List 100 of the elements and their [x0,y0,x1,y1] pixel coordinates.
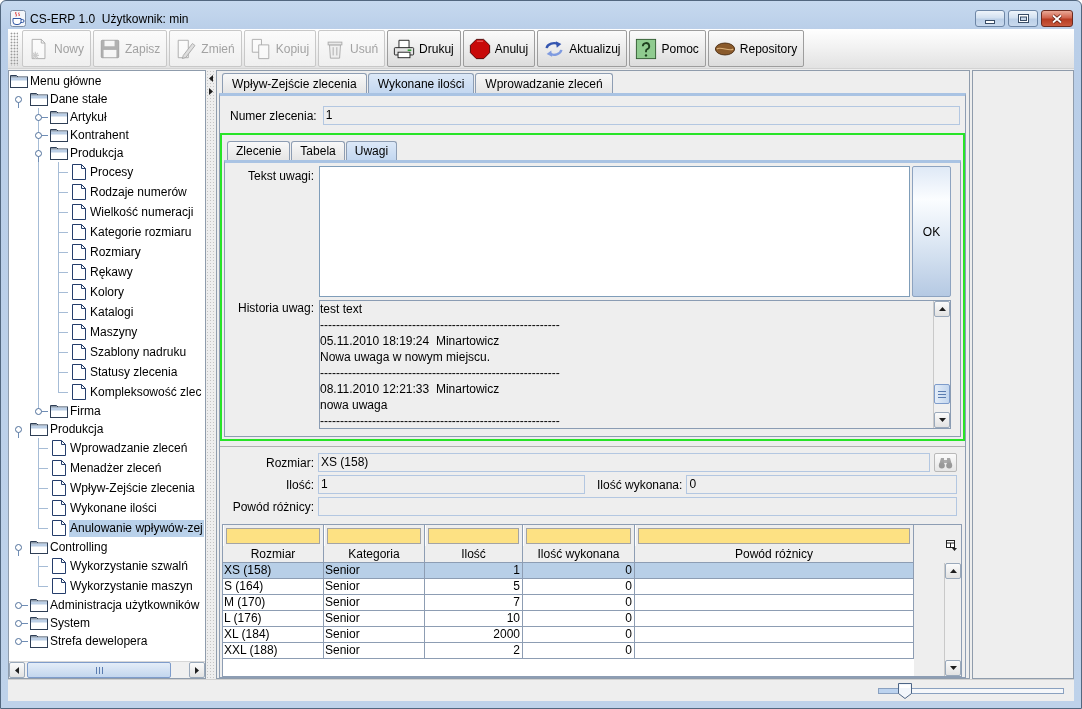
filter-field[interactable] [226,528,320,544]
filter-field[interactable] [638,528,910,544]
tree-item[interactable]: Wprowadzanie zleceń [69,439,189,457]
filter-field[interactable] [526,528,631,544]
maximize-button[interactable] [1008,10,1038,27]
cup-icon [10,10,26,27]
tree-item[interactable]: Menu główne [29,72,103,90]
tree-toggle-icon[interactable] [35,149,42,162]
tree-item[interactable]: Controlling [49,538,109,556]
grip-icon[interactable] [10,31,18,66]
tree-item[interactable]: Dane stałe [49,90,109,108]
folder-icon [30,634,48,648]
tab[interactable]: Wprowadzanie zleceń [475,73,613,93]
tree-item[interactable]: Wielkość numeracji [89,203,195,221]
tree-item[interactable]: Wykonane ilości [69,499,158,517]
scroll-up-button[interactable] [945,563,961,579]
tree-toggle-icon[interactable] [15,425,22,438]
tree-item[interactable]: Maszyny [89,323,139,341]
table-row[interactable]: S (164) Senior 5 0 [223,579,914,595]
print-button[interactable]: Drukuj [387,30,461,67]
cancel-button[interactable]: Anuluj [462,30,536,67]
tree-item[interactable]: System [49,614,91,632]
tree-item[interactable]: Procesy [89,163,135,181]
tab[interactable]: Wpływ-Zejście zlecenia [222,73,367,93]
quantity-field[interactable]: 1 [318,475,585,494]
ok-button[interactable]: OK [912,166,951,297]
table-cell: XXL (188) [223,643,324,659]
tree-item[interactable]: Kontrahent [69,126,130,144]
tab[interactable]: Tabela [291,141,345,160]
document-icon [52,460,66,476]
tree-item[interactable]: Wykorzystanie maszyn [69,577,194,595]
folder-icon [30,616,48,630]
minimize-button[interactable] [975,10,1005,27]
tree-toggle-icon[interactable] [15,95,22,108]
tree-toggle-icon[interactable] [15,543,22,556]
tree-item[interactable]: Rodzaje numerów [89,183,188,201]
field-label: Ilość wykonana: [597,477,683,492]
tree-toggle-icon[interactable] [35,131,48,139]
tree-item[interactable]: Kompleksowość zlec [89,383,203,401]
tree-item[interactable]: Strefa dewelopera [49,632,149,650]
done-quantity-field[interactable]: 0 [686,475,957,494]
scrollbar-thumb[interactable] [934,384,950,404]
tab[interactable]: Zlecenie [227,141,291,160]
table-row[interactable]: XXL (188) Senior 2 0 [223,643,914,659]
tree-item[interactable]: Produkcja [49,420,105,438]
tree-item[interactable]: Wykorzystanie szwalń [69,557,189,575]
repository-button[interactable]: Repository [707,30,805,67]
scroll-down-button[interactable] [945,660,961,676]
scroll-up-button[interactable] [934,301,950,317]
tab[interactable]: Wykonane ilości [367,73,475,93]
filter-field[interactable] [428,528,519,544]
scrollbar-thumb[interactable] [27,662,171,678]
table-row[interactable]: XS (158) Senior 1 0 [223,563,914,579]
table-row[interactable]: XL (184) Senior 2000 0 [223,627,914,643]
tree-item[interactable]: Produkcja [69,144,125,162]
tree-toggle-icon[interactable] [35,113,48,121]
document-icon [52,440,66,456]
scroll-down-button[interactable] [934,412,950,428]
note-text-field[interactable] [319,166,910,297]
tab[interactable]: Uwagi [345,141,398,160]
tree-item[interactable]: Kategorie rozmiaru [89,223,193,241]
scroll-right-button[interactable] [189,662,205,678]
table-row[interactable]: L (176) Senior 10 0 [223,611,914,627]
tree-item[interactable]: Wpływ-Zejście zlecenia [69,479,196,497]
scrollbar[interactable] [944,563,961,676]
tree-item[interactable]: Anulowanie wpływów-zej [69,519,204,537]
tree-item[interactable]: Rozmiary [89,243,142,261]
filter-field[interactable] [327,528,421,544]
tree-item[interactable]: Szablony nadruku [89,343,188,361]
folder-icon [30,92,48,106]
table-menu-icon[interactable] [946,540,957,551]
table-row[interactable]: M (170) Senior 7 0 [223,595,914,611]
history-line: ------------------------------------------------------------ [320,365,560,381]
tree-item[interactable]: Menadżer zleceń [69,459,163,477]
difference-reason-field[interactable] [318,497,957,516]
tree-item[interactable]: Artykuł [69,108,108,126]
help-button[interactable]: Pomoc [629,30,706,67]
close-button[interactable] [1041,10,1073,27]
tree-item[interactable]: Kolory [89,283,125,301]
tree-item[interactable]: Rękawy [89,263,134,281]
window-title: CS-ERP 1.0 Użytkownik: min [30,11,189,27]
field-label: Rozmiar: [265,455,314,470]
tree-item[interactable]: Katalogi [89,303,135,321]
tree-toggle-icon[interactable] [35,407,48,415]
tree-item[interactable]: Statusy zlecenia [89,363,179,381]
tree-item[interactable]: Firma [69,402,102,420]
tree-toggle-icon[interactable] [15,619,28,627]
printer-icon [393,37,416,60]
scroll-left-button[interactable] [9,662,25,678]
slider-thumb[interactable] [897,682,912,699]
tree-toggle-icon[interactable] [15,601,28,609]
history-line: Nowa uwaga w nowym miejscu. [320,349,491,365]
refresh-button[interactable]: Aktualizuj [537,30,628,67]
tree-toggle-icon[interactable] [15,637,28,645]
history-field[interactable] [319,300,951,429]
order-number-field[interactable]: 1 [322,106,960,125]
tree-item[interactable]: Administracja użytkowników [49,596,201,614]
size-field[interactable]: XS (158) [318,453,930,472]
scrollbar[interactable] [9,661,205,678]
scrollbar[interactable] [933,301,950,428]
